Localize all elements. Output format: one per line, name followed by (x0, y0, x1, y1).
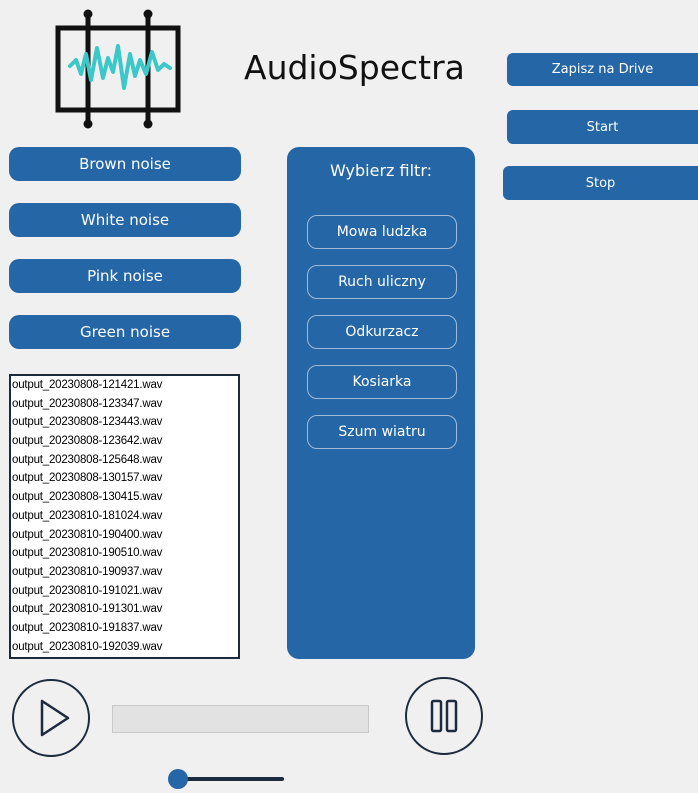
volume-slider-track[interactable] (178, 777, 284, 781)
list-item[interactable]: output_20230810-191301.wav (11, 600, 238, 619)
pause-button[interactable] (405, 677, 483, 755)
filter-panel: Wybierz filtr: Mowa ludzka Ruch uliczny … (287, 147, 475, 659)
list-item[interactable]: output_20230808-130157.wav (11, 469, 238, 488)
brown-noise-button[interactable]: Brown noise (9, 147, 241, 181)
list-item[interactable]: output_20230810-192039.wav (11, 638, 238, 657)
pink-noise-button[interactable]: Pink noise (9, 259, 241, 293)
list-item[interactable]: output_20230810-190400.wav (11, 526, 238, 545)
filter-lawnmower-button[interactable]: Kosiarka (307, 365, 457, 399)
waveform-logo-icon (55, 9, 181, 129)
save-to-drive-button[interactable]: Zapisz na Drive (507, 53, 698, 86)
app-title: AudioSpectra (244, 48, 465, 87)
stop-button[interactable]: Stop (503, 166, 698, 200)
filter-wind-noise-button[interactable]: Szum wiatru (307, 415, 457, 449)
list-item[interactable]: output_20230808-130415.wav (11, 488, 238, 507)
list-item[interactable]: output_20230810-191837.wav (11, 619, 238, 638)
file-list[interactable]: output_20230808-121421.wav output_202308… (9, 374, 240, 659)
filter-title: Wybierz filtr: (330, 161, 432, 180)
list-item[interactable]: output_20230810-190510.wav (11, 544, 238, 563)
filter-street-traffic-button[interactable]: Ruch uliczny (307, 265, 457, 299)
list-item[interactable]: output_20230808-123443.wav (11, 413, 238, 432)
list-item[interactable]: output_20230808-123347.wav (11, 395, 238, 414)
list-item[interactable]: output_20230808-123642.wav (11, 432, 238, 451)
list-item[interactable]: output_20230810-190937.wav (11, 563, 238, 582)
filter-vacuum-button[interactable]: Odkurzacz (307, 315, 457, 349)
list-item[interactable]: output_20230810-191021.wav (11, 582, 238, 601)
list-item[interactable]: output_20230810-181024.wav (11, 507, 238, 526)
filter-human-speech-button[interactable]: Mowa ludzka (307, 215, 457, 249)
playback-progress-bar[interactable] (112, 705, 369, 733)
start-button[interactable]: Start (507, 110, 698, 144)
list-item[interactable]: output_20230808-125648.wav (11, 451, 238, 470)
green-noise-button[interactable]: Green noise (9, 315, 241, 349)
volume-slider-handle[interactable] (168, 769, 188, 789)
list-item[interactable]: output_20230808-121421.wav (11, 376, 238, 395)
play-icon (40, 699, 70, 737)
white-noise-button[interactable]: White noise (9, 203, 241, 237)
pause-icon (430, 699, 458, 733)
play-button[interactable] (12, 679, 90, 757)
